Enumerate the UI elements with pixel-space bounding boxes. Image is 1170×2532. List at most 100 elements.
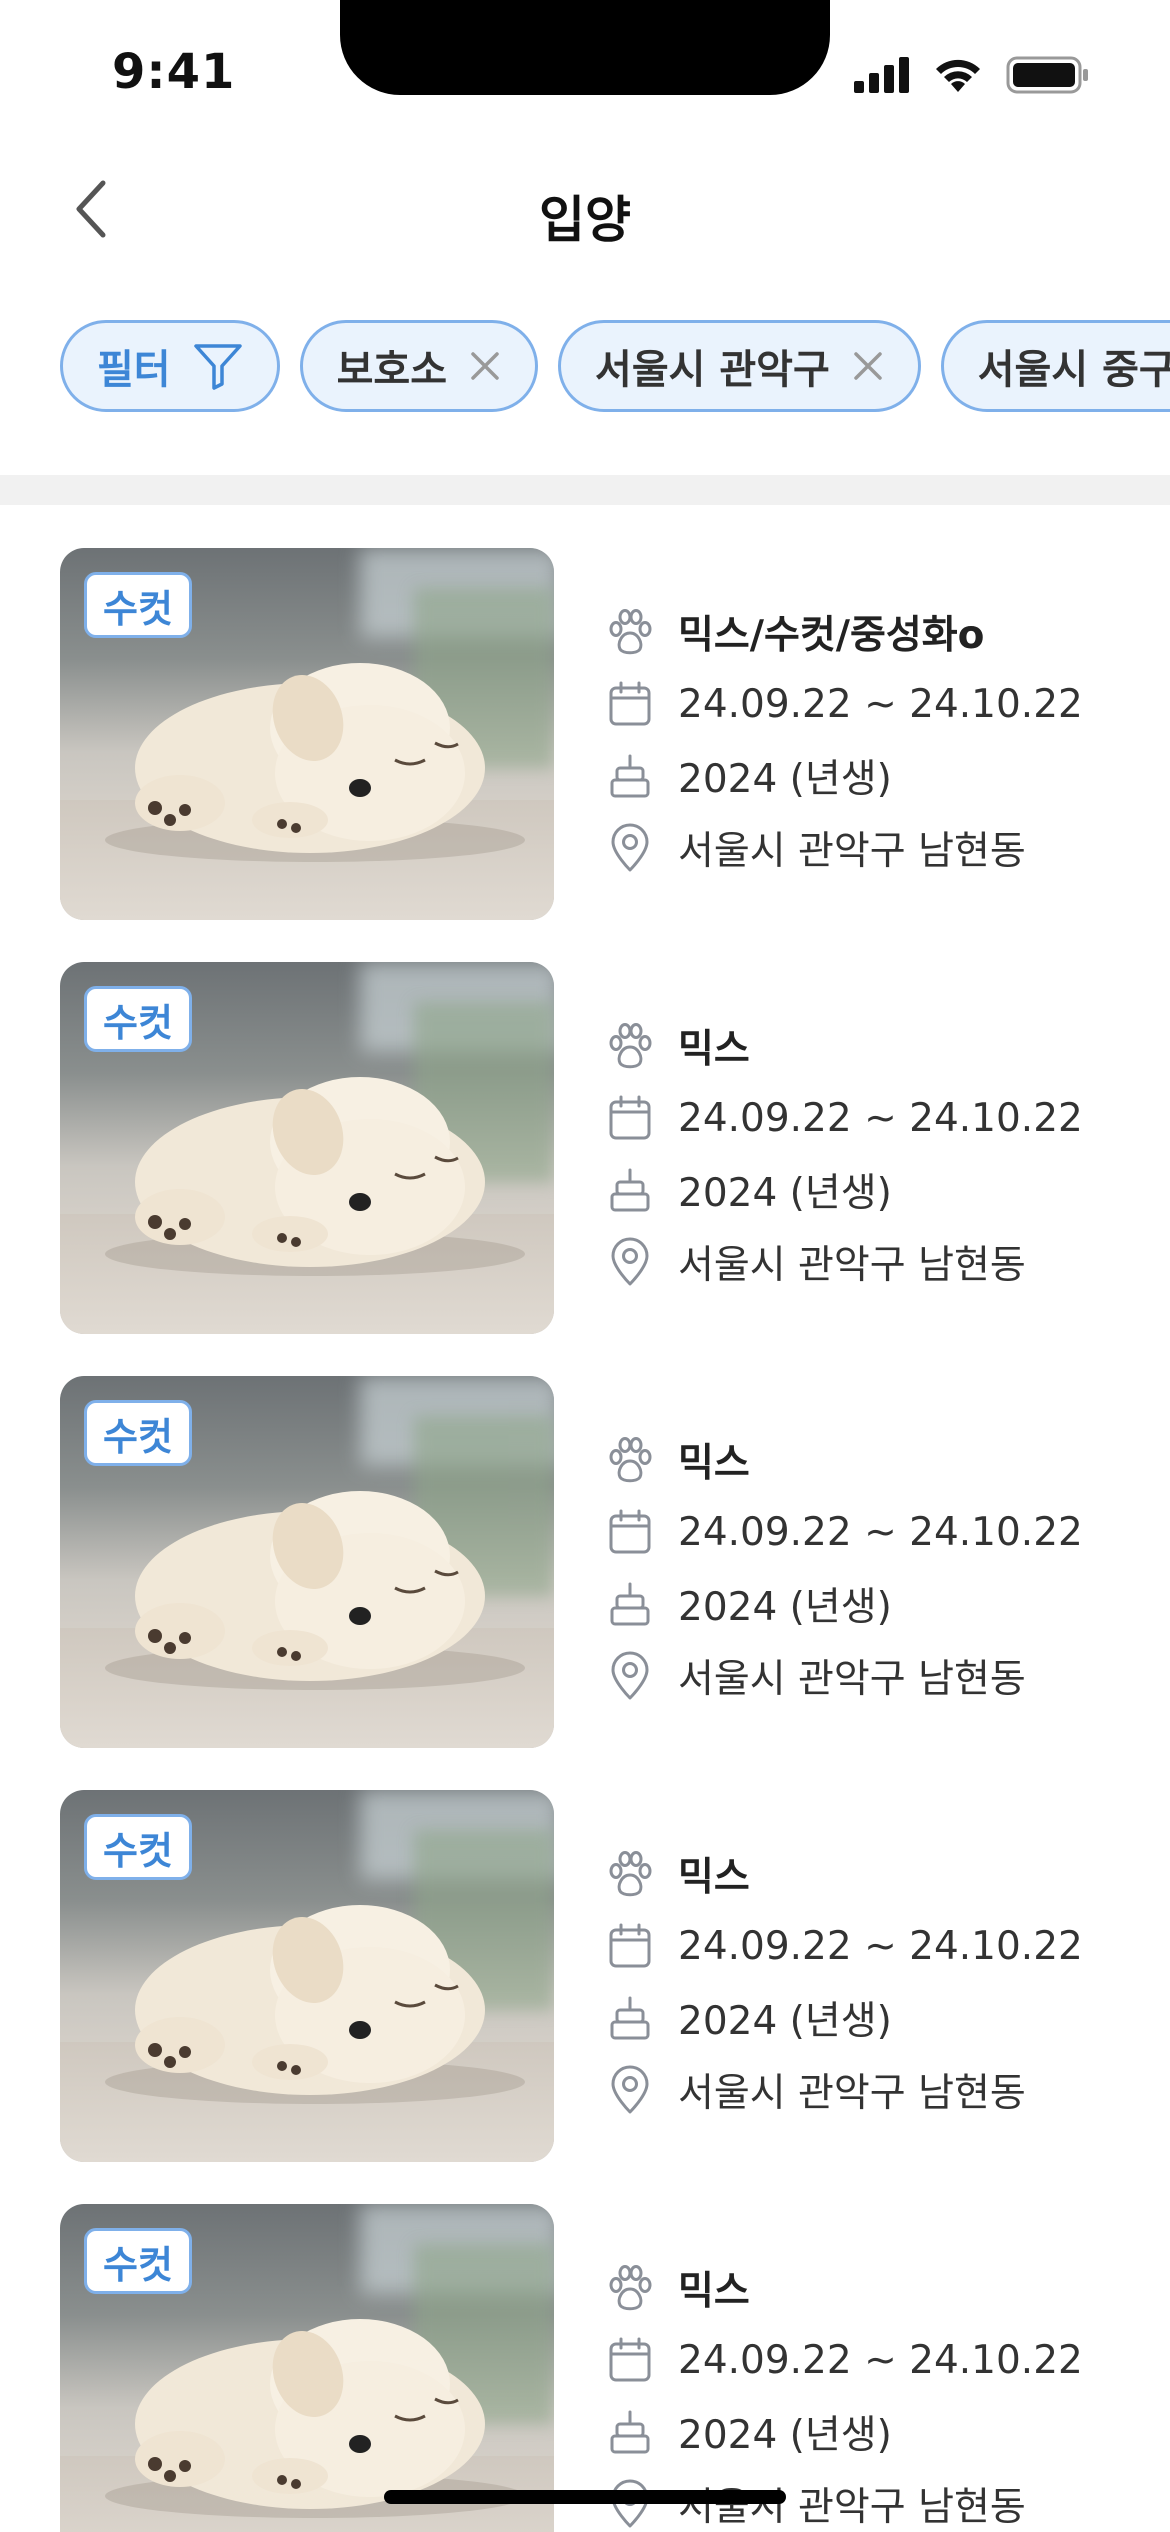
location-text: 서울시 관악구 남현동 [678, 2485, 1026, 2530]
period-text: 24.09.22 ~ 24.10.22 [678, 1095, 1083, 1141]
animal-list: 수컷 믹스/수컷/중성화o 24.09.22 ~ 24.10.22 2024 (… [0, 548, 1170, 2532]
close-icon [854, 352, 882, 380]
birth-row: 2024 (년생) [604, 1982, 1083, 2054]
breed-row: 믹스/수컷/중성화o [604, 596, 1083, 668]
paw-icon [604, 2262, 656, 2314]
sex-badge: 수컷 [84, 1814, 192, 1880]
remove-chip-button[interactable] [469, 350, 501, 382]
birth-row: 2024 (년생) [604, 740, 1083, 812]
period-row: 24.09.22 ~ 24.10.22 [604, 1910, 1083, 1982]
nav-header: 입양 [0, 150, 1170, 270]
location-pin-icon [604, 822, 656, 874]
breed-text: 믹스 [678, 1441, 750, 1486]
period-row: 24.09.22 ~ 24.10.22 [604, 1496, 1083, 1568]
sex-badge-label: 수컷 [103, 1000, 173, 1045]
animal-info: 믹스 24.09.22 ~ 24.10.22 2024 (년생) 서울시 관악구… [604, 1838, 1083, 2126]
device-notch [340, 0, 830, 95]
sex-badge: 수컷 [84, 986, 192, 1052]
animal-photo: 수컷 [60, 1790, 554, 2162]
breed-text: 믹스 [678, 2269, 750, 2314]
animal-card[interactable]: 수컷 믹스/수컷/중성화o 24.09.22 ~ 24.10.22 2024 (… [0, 548, 1170, 962]
location-pin-icon [604, 2064, 656, 2116]
period-row: 24.09.22 ~ 24.10.22 [604, 2324, 1083, 2396]
birth-row: 2024 (년생) [604, 1154, 1083, 1226]
breed-text: 믹스/수컷/중성화o [678, 613, 985, 658]
sex-badge: 수컷 [84, 572, 192, 638]
breed-row: 믹스 [604, 1838, 1083, 1910]
location-text: 서울시 관악구 남현동 [678, 1657, 1026, 1702]
calendar-icon [604, 2334, 656, 2386]
funnel-icon [193, 344, 242, 390]
cake-icon [604, 1164, 656, 1216]
adoption-screen: 9:41 입양 필터 보호소 서울시 관악구 서울시 중구 수컷 믹스/수컷/중… [0, 0, 1170, 2532]
cellular-signal-icon [854, 57, 909, 93]
birth-row: 2024 (년생) [604, 2396, 1083, 2468]
breed-row: 믹스 [604, 1424, 1083, 1496]
animal-info: 믹스 24.09.22 ~ 24.10.22 2024 (년생) 서울시 관악구… [604, 1010, 1083, 1298]
breed-row: 믹스 [604, 2252, 1083, 2324]
calendar-icon [604, 1920, 656, 1972]
filter-chip-gwanak[interactable]: 서울시 관악구 [558, 320, 921, 412]
birth-text: 2024 (년생) [678, 1999, 892, 2044]
filter-chip-junggu[interactable]: 서울시 중구 [940, 320, 1170, 412]
filter-label: 필터 [97, 347, 171, 393]
status-icons [854, 56, 1090, 94]
birth-text: 2024 (년생) [678, 1171, 892, 1216]
page-title: 입양 [539, 191, 631, 249]
filter-chip-bar: 필터 보호소 서울시 관악구 서울시 중구 [60, 320, 1170, 412]
calendar-icon [604, 1092, 656, 1144]
sex-badge-label: 수컷 [103, 1414, 173, 1459]
cake-icon [604, 1578, 656, 1630]
filter-button[interactable]: 필터 [60, 320, 280, 412]
calendar-icon [604, 678, 656, 730]
close-icon [471, 352, 499, 380]
remove-chip-button[interactable] [852, 350, 884, 382]
sex-badge-label: 수컷 [103, 586, 173, 631]
animal-photo: 수컷 [60, 1376, 554, 1748]
paw-icon [604, 1020, 656, 1072]
section-divider [0, 475, 1170, 505]
sex-badge: 수컷 [84, 1400, 192, 1466]
birth-text: 2024 (년생) [678, 757, 892, 802]
cake-icon [604, 2406, 656, 2458]
birth-text: 2024 (년생) [678, 2413, 892, 2458]
location-pin-icon [604, 1236, 656, 1288]
wifi-icon [936, 59, 980, 92]
paw-icon [604, 1848, 656, 1900]
animal-photo: 수컷 [60, 2204, 554, 2532]
animal-card[interactable]: 수컷 믹스 24.09.22 ~ 24.10.22 2024 (년생) 서울시 … [0, 2204, 1170, 2532]
location-row: 서울시 관악구 남현동 [604, 1640, 1083, 1712]
breed-text: 믹스 [678, 1027, 750, 1072]
battery-icon [1006, 56, 1088, 94]
home-indicator [384, 2490, 786, 2504]
animal-photo: 수컷 [60, 548, 554, 920]
period-row: 24.09.22 ~ 24.10.22 [604, 668, 1083, 740]
location-row: 서울시 관악구 남현동 [604, 2054, 1083, 2126]
paw-icon [604, 1434, 656, 1486]
location-pin-icon [604, 1650, 656, 1702]
sex-badge: 수컷 [84, 2228, 192, 2294]
animal-card[interactable]: 수컷 믹스 24.09.22 ~ 24.10.22 2024 (년생) 서울시 … [0, 1376, 1170, 1790]
breed-text: 믹스 [678, 1855, 750, 1900]
cake-icon [604, 750, 656, 802]
location-text: 서울시 관악구 남현동 [678, 829, 1026, 874]
filter-chip-shelter[interactable]: 보호소 [299, 320, 539, 412]
filter-chip-label: 서울시 관악구 [595, 347, 830, 393]
animal-card[interactable]: 수컷 믹스 24.09.22 ~ 24.10.22 2024 (년생) 서울시 … [0, 1790, 1170, 2204]
location-text: 서울시 관악구 남현동 [678, 1243, 1026, 1288]
location-row: 서울시 관악구 남현동 [604, 812, 1083, 884]
period-text: 24.09.22 ~ 24.10.22 [678, 1509, 1083, 1555]
cake-icon [604, 1992, 656, 2044]
period-row: 24.09.22 ~ 24.10.22 [604, 1082, 1083, 1154]
animal-info: 믹스/수컷/중성화o 24.09.22 ~ 24.10.22 2024 (년생)… [604, 596, 1083, 884]
location-row: 서울시 관악구 남현동 [604, 1226, 1083, 1298]
birth-text: 2024 (년생) [678, 1585, 892, 1630]
period-text: 24.09.22 ~ 24.10.22 [678, 681, 1083, 727]
period-text: 24.09.22 ~ 24.10.22 [678, 2337, 1083, 2383]
calendar-icon [604, 1506, 656, 1558]
sex-badge-label: 수컷 [103, 2242, 173, 2287]
location-text: 서울시 관악구 남현동 [678, 2071, 1026, 2116]
period-text: 24.09.22 ~ 24.10.22 [678, 1923, 1083, 1969]
filter-chip-label: 서울시 중구 [977, 347, 1170, 393]
animal-card[interactable]: 수컷 믹스 24.09.22 ~ 24.10.22 2024 (년생) 서울시 … [0, 962, 1170, 1376]
